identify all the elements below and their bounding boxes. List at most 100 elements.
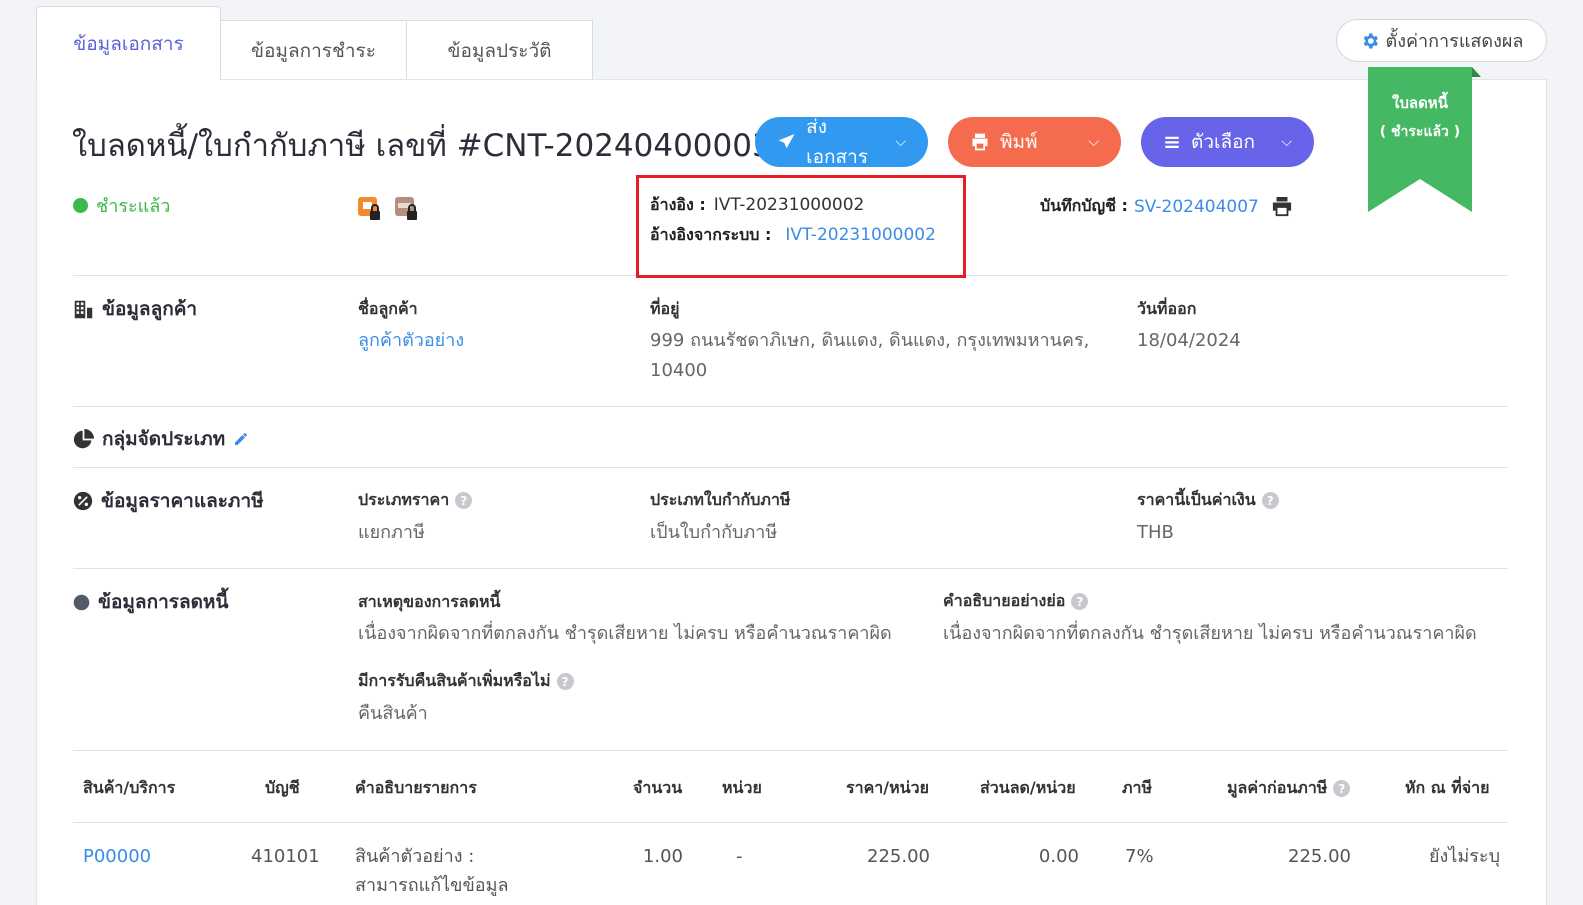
credit-section-label: ข้อมูลการลดหนี้: [98, 591, 229, 613]
price-section-label: ข้อมูลราคาและภาษี: [101, 490, 264, 512]
document-tabs: ข้อมูลเอกสาร ข้อมูลการชำระ ข้อมูลประวัติ: [36, 6, 593, 80]
tab-payment-info[interactable]: ข้อมูลการชำระ: [220, 20, 407, 80]
paper-plane-icon: [778, 134, 795, 149]
help-icon[interactable]: ?: [1333, 780, 1351, 797]
category-section-title: กลุ่มจัดประเภท: [73, 424, 249, 454]
printer-icon[interactable]: [1271, 196, 1293, 217]
issue-date-label: วันที่ออก: [1137, 299, 1197, 318]
reference-highlight-box: [636, 175, 966, 278]
status-dot: [73, 198, 88, 213]
print-button[interactable]: พิมพ์ ⌵: [948, 117, 1121, 167]
customer-section-label: ข้อมูลลูกค้า: [102, 298, 198, 320]
accounting-record: บันทึกบัญชี : SV-202404007: [1040, 194, 1293, 219]
row-price: 225.00: [867, 846, 930, 867]
tab-history-info[interactable]: ข้อมูลประวัติ: [406, 20, 593, 80]
divider: [73, 750, 1508, 751]
send-document-button[interactable]: ส่งเอกสาร ⌵: [755, 116, 928, 168]
send-document-label: ส่งเอกสาร: [806, 116, 869, 168]
column-header-price: ราคา/หน่วย: [846, 778, 929, 797]
status-label: ชำระแล้ว: [96, 196, 171, 217]
pp30-lock-icon[interactable]: [395, 197, 419, 221]
short-description-label: คำอธิบายอย่างย่อ ?: [943, 589, 1089, 614]
percent-badge-icon: [73, 491, 93, 511]
pencil-icon[interactable]: [233, 431, 249, 447]
currency-label-text: ราคานี้เป็นค่าเงิน: [1137, 490, 1256, 509]
price-type-label-text: ประเภทราคา: [358, 490, 450, 509]
column-header-quantity: จำนวน: [633, 778, 683, 797]
chevron-down-icon: ⌵: [895, 134, 906, 150]
row-tax: 7%: [1125, 846, 1154, 867]
tax-invoice-type-value: เป็นใบกำกับภาษี: [650, 522, 778, 543]
reason-value: เนื่องจากผิดจากที่ตกลงกัน ชำรุดเสียหาย ไ…: [358, 623, 892, 644]
divider: [73, 822, 1508, 823]
accounting-label: บันทึกบัญชี :: [1040, 196, 1128, 215]
reason-label: สาเหตุของการลดหนี้: [358, 592, 501, 611]
column-header-pretax-text: มูลค่าก่อนภาษี: [1227, 778, 1328, 797]
column-header-product: สินค้า/บริการ: [83, 778, 176, 797]
price-type-label: ประเภทราคา ?: [358, 488, 473, 513]
column-header-withholding: หัก ณ ที่จ่าย: [1405, 778, 1490, 797]
gear-icon: [1363, 33, 1378, 48]
customer-section-title: ข้อมูลลูกค้า: [73, 294, 197, 324]
divider: [73, 568, 1508, 569]
column-header-pretax: มูลค่าก่อนภาษี ?: [1227, 776, 1351, 801]
row-discount: 0.00: [1038, 846, 1079, 867]
help-icon[interactable]: ?: [556, 673, 574, 690]
issue-date-value: 18/04/2024: [1137, 330, 1241, 351]
address-line-2: 10400: [650, 360, 708, 381]
display-settings-label: ตั้งค่าการแสดงผล: [1385, 31, 1524, 52]
address-label: ที่อยู่: [650, 299, 680, 318]
status-ribbon: ใบลดหนี้ ( ชำระแล้ว ): [1368, 67, 1481, 212]
help-icon[interactable]: ?: [1261, 492, 1279, 509]
document-lock-icon[interactable]: [358, 197, 382, 221]
row-pretax: 225.00: [1288, 846, 1351, 867]
row-account: 410101: [251, 846, 320, 867]
print-label: พิมพ์: [1000, 131, 1038, 153]
accounting-link[interactable]: SV-202404007: [1134, 197, 1259, 217]
category-section-label: กลุ่มจัดประเภท: [102, 428, 226, 450]
return-goods-value: คืนสินค้า: [358, 703, 428, 724]
short-description-value: เนื่องจากผิดจากที่ตกลงกัน ชำรุดเสียหาย ไ…: [943, 623, 1477, 644]
help-icon[interactable]: ?: [1071, 593, 1089, 610]
options-button[interactable]: ตัวเลือก ⌵: [1141, 117, 1314, 167]
menu-lines-icon: [1165, 136, 1179, 148]
ribbon-title: ใบลดหนี้: [1392, 94, 1448, 112]
tab-document-info[interactable]: ข้อมูลเอกสาร: [36, 6, 221, 80]
customer-name-link[interactable]: ลูกค้าตัวอย่าง: [358, 326, 464, 356]
short-description-label-text: คำอธิบายอย่างย่อ: [943, 591, 1066, 610]
credit-section-title: ข้อมูลการลดหนี้: [73, 587, 228, 617]
chevron-down-icon[interactable]: ⌵: [1088, 134, 1099, 150]
building-icon: [74, 300, 93, 318]
column-header-tax: ภาษี: [1122, 778, 1153, 797]
currency-label: ราคานี้เป็นค่าเงิน ?: [1137, 488, 1279, 513]
address-line-1: 999 ถนนรัชดาภิเษก, ดินแดง, ดินแดง, กรุงเ…: [650, 330, 1090, 351]
return-goods-label: มีการรับคืนสินค้าเพิ่มหรือไม่ ?: [358, 669, 574, 694]
row-withholding: ยังไม่ระบุ: [1428, 846, 1500, 867]
column-header-account: บัญชี: [265, 778, 300, 797]
options-label: ตัวเลือก: [1191, 131, 1256, 153]
row-description-line-2: สามารถแก้ไขข้อมูล: [355, 875, 509, 896]
currency-value: THB: [1137, 522, 1174, 543]
tax-invoice-type-label: ประเภทใบกำกับภาษี: [650, 490, 791, 509]
help-icon[interactable]: ?: [455, 492, 473, 509]
row-unit: -: [736, 846, 743, 867]
display-settings-button[interactable]: ตั้งค่าการแสดงผล: [1336, 19, 1547, 62]
column-header-unit: หน่วย: [722, 778, 762, 797]
circle-icon: [73, 594, 90, 610]
divider: [73, 467, 1508, 468]
price-type-value: แยกภาษี: [358, 522, 425, 543]
printer-icon: [972, 133, 988, 151]
row-product-link[interactable]: P00000: [83, 842, 151, 871]
customer-name-label: ชื่อลูกค้า: [358, 299, 418, 318]
ribbon-subtitle: ( ชำระแล้ว ): [1379, 124, 1461, 140]
row-description-line-1: สินค้าตัวอย่าง :: [355, 846, 475, 867]
chevron-down-icon: ⌵: [1281, 134, 1292, 150]
column-header-discount: ส่วนลด/หน่วย: [980, 778, 1076, 797]
divider: [73, 406, 1508, 407]
return-goods-label-text: มีการรับคืนสินค้าเพิ่มหรือไม่: [358, 671, 551, 690]
column-header-description: คำอธิบายรายการ: [355, 778, 477, 797]
pie-chart-icon: [73, 428, 94, 448]
price-section-title: ข้อมูลราคาและภาษี: [73, 486, 264, 516]
status-badge: ชำระแล้ว: [73, 191, 170, 220]
row-quantity: 1.00: [642, 846, 683, 867]
